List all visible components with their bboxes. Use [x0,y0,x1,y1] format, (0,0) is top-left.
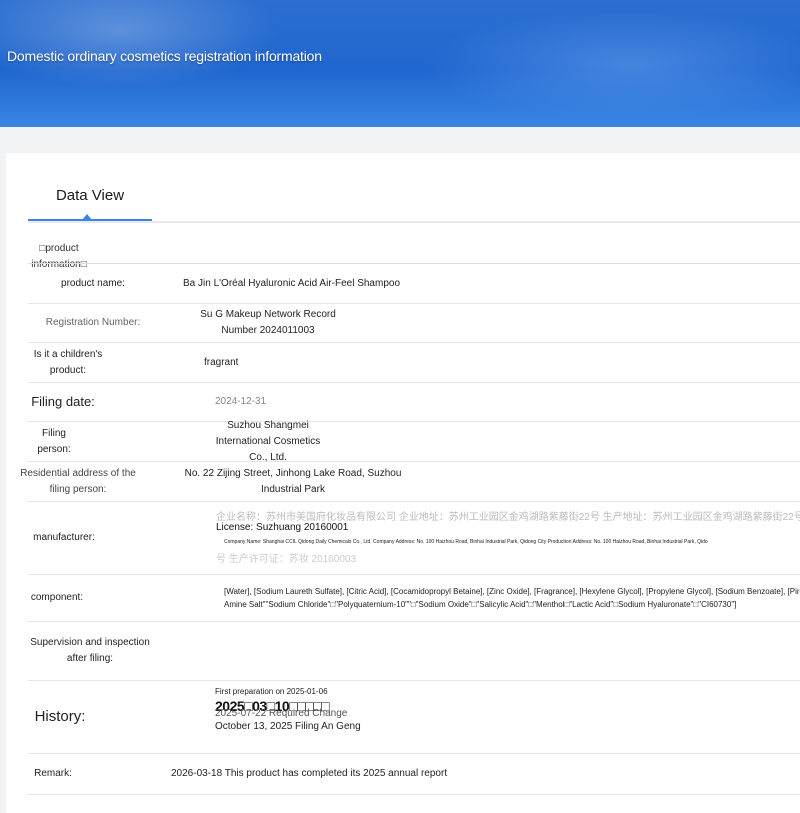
row-label: Residential address of the filing person… [20,467,136,495]
row-remark: Remark: 2026-03-18 This product has comp… [28,754,800,795]
row-label: History: [34,708,86,725]
row-registration-number: Registration Number: Su G Makeup Network… [28,304,800,343]
page-title: Domestic ordinary cosmetics registration… [7,48,322,64]
component-line: [Water], [Sodium Laureth Sulfate], [Citr… [224,587,800,596]
manufacturer-en-text: Company Name: Shanghai CCIL Qidong Daily… [224,539,708,545]
component-list: [Water], [Sodium Laureth Sulfate], [Citr… [224,585,800,611]
manufacturer-license: License: Suzhuang 20160001 [216,522,349,533]
row-value: No. 22 Zijing Street, Jinhong Lake Road,… [184,467,402,495]
row-history: History: First preparation on 2025-01-06… [28,681,800,754]
row-value: Su G Makeup Network Record Number 202401… [200,309,336,336]
tab-bar: Data View [28,167,800,223]
row-children-product: Is it a children's product: fragrant [28,343,800,383]
row-label: Filing date: [31,394,95,409]
row-value [168,622,428,680]
history-list: First preparation on 2025-01-06 2025□03□… [215,687,715,732]
banner-glow-right [420,10,800,120]
tab-label: Data View [55,187,125,204]
history-entry: October 13, 2025 Filing An Geng [215,721,361,732]
row-component: component: [Water], [Sodium Laureth Sulf… [28,575,800,622]
row-label: Supervision and inspection after filing: [30,637,150,664]
row-label: component: [30,592,84,603]
manufacturer-cn-text: 企业名称：苏州市美国府化妆品有限公司 企业地址：苏州工业园区金鸡湖路紫藤街22号… [216,512,800,523]
content-card: Data View □product information□ product … [6,153,800,813]
row-value: Ba Jin L'Oréal Hyaluronic Acid Air-Feel … [183,277,401,289]
row-filing-date: Filing date: 2024-12-31 [28,383,800,422]
row-value: 2024-12-31 [215,396,267,407]
history-entry: 2025-07-22 Required Change [215,708,348,719]
tab-data-view[interactable]: Data View [28,167,152,221]
component-line: Amine Salt""Sodium Chloride"□"Polyquater… [224,600,737,609]
row-value: 2026-03-18 This product has completed it… [171,768,448,779]
row-label: product name: [61,277,125,289]
row-label: Filing person: [37,427,71,455]
row-value: Suzhou Shangmei International Cosmetics … [215,419,321,463]
row-residential-address: Residential address of the filing person… [20,462,800,502]
history-entry: First preparation on 2025-01-06 [215,687,328,696]
row-label: Registration Number: [45,317,141,328]
tab-active-indicator [82,214,92,220]
info-table: product name: Ba Jin L'Oréal Hyaluronic … [20,263,800,795]
row-filing-person: Filing person: Suzhou Shangmei Internati… [28,419,800,463]
row-supervision: Supervision and inspection after filing: [28,622,800,681]
row-label: Remark: [34,768,72,779]
page-banner: Domestic ordinary cosmetics registration… [0,0,800,127]
row-product-name: product name: Ba Jin L'Oréal Hyaluronic … [28,264,800,304]
row-label: manufacturer: [33,532,95,543]
banner-glow [0,0,280,90]
row-manufacturer: manufacturer: 企业名称：苏州市美国府化妆品有限公司 企业地址：苏州… [28,502,800,575]
row-value: fragrant [204,356,239,368]
manufacturer-cn-text-2: 号 生产许可证：苏妆 20160003 [216,554,357,565]
manufacturer-details: 企业名称：苏州市美国府化妆品有限公司 企业地址：苏州工业园区金鸡湖路紫藤街22号… [216,508,800,578]
row-label: Is it a children's product: [33,348,103,376]
